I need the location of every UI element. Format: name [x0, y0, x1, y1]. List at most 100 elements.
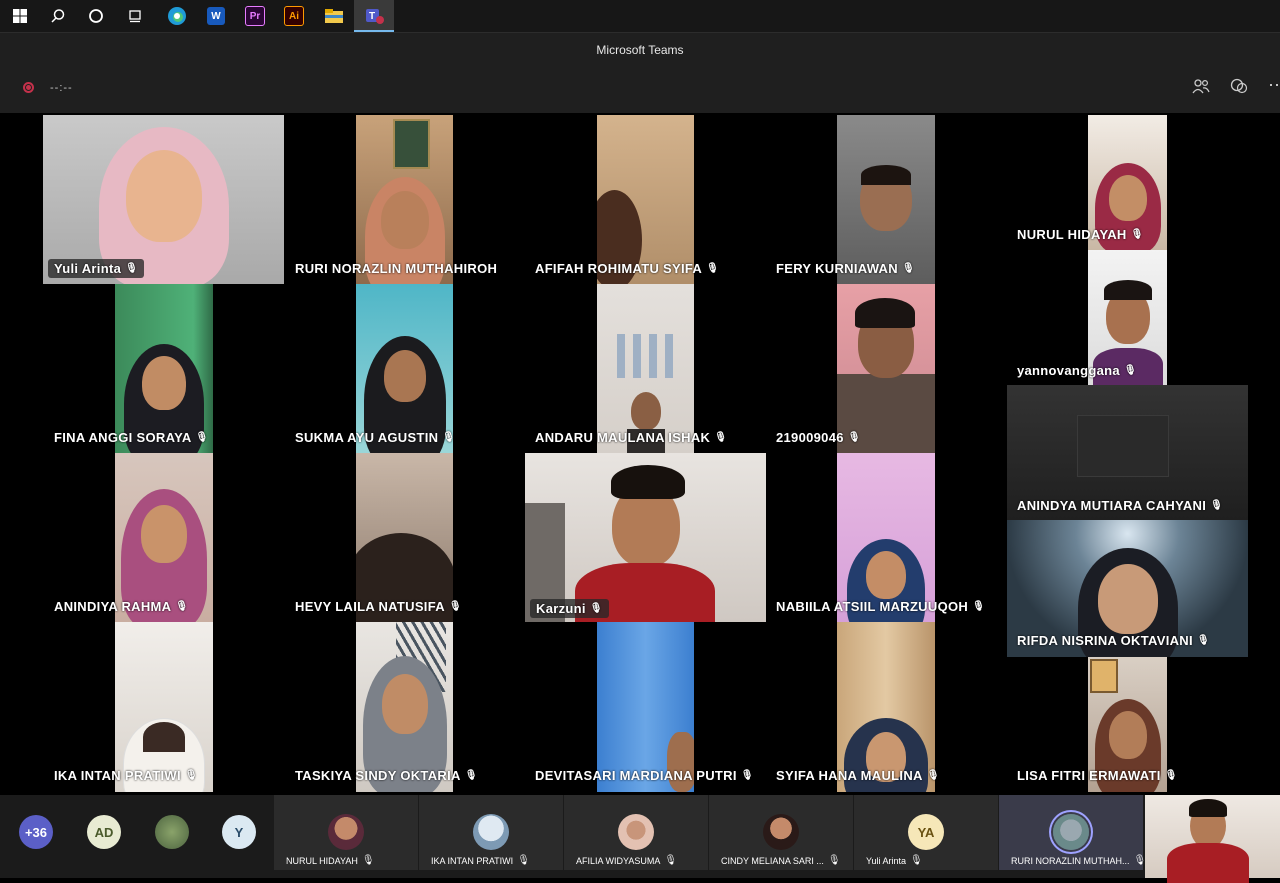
window-title: Microsoft Teams: [596, 42, 684, 57]
participant-name-tag: DEVITASARI MARDIANA PUTRI 🎙: [535, 768, 754, 783]
mic-muted-icon: 🎙: [448, 601, 462, 612]
participant-name-tag: ANDARU MAULANA ISHAK 🎙: [535, 430, 728, 445]
participant-name-tag: FERY KURNIAWAN 🎙: [776, 261, 915, 276]
video-tile[interactable]: [356, 453, 453, 622]
video-tile[interactable]: [356, 622, 453, 792]
participant-name-tag: yannovanggana 🎙: [1017, 363, 1137, 378]
participant-name-tag: FINA ANGGI SORAYA 🎙: [54, 430, 209, 445]
mic-muted-icon: 🎙: [664, 855, 678, 866]
video-tile-active-speaker[interactable]: [525, 453, 766, 622]
participant-strip: +36 AD Y NURUL HIDAYAH 🎙 IKA INTAN PRATIW…: [0, 795, 1280, 883]
video-tile[interactable]: [115, 453, 213, 622]
mic-muted-icon: 🎙: [1210, 500, 1224, 511]
participant-cell[interactable]: NURUL HIDAYAH 🎙: [274, 795, 418, 870]
avatar: [1053, 814, 1089, 850]
mic-muted-icon: 🎙: [184, 770, 198, 781]
participant-name-tag: NABIILA ATSIIL MARZUUQOH 🎙: [776, 599, 986, 614]
mic-muted-icon: 🎙: [517, 855, 530, 866]
window-title-bar: Microsoft Teams: [0, 32, 1280, 66]
mic-muted-icon: 🎙: [175, 601, 189, 612]
participant-cell-speaking[interactable]: RURI NORAZLIN MUTHAH... 🎙: [999, 795, 1146, 870]
participant-name-tag: SUKMA AYU AGUSTIN 🎙: [295, 430, 456, 445]
premiere-icon[interactable]: Pr: [235, 0, 275, 32]
mic-muted-icon: 🎙: [740, 770, 754, 781]
avatar: YA: [908, 814, 944, 850]
mic-muted-icon: 🎙: [926, 770, 940, 781]
recording-indicator-icon: [23, 82, 34, 93]
edge-icon[interactable]: [157, 0, 197, 32]
mic-muted-icon: 🎙: [589, 603, 603, 614]
video-tile[interactable]: [597, 115, 694, 284]
participant-name-tag: ANINDIYA RAHMA 🎙: [54, 599, 189, 614]
participant-name-tag: RIFDA NISRINA OKTAVIANI 🎙: [1017, 633, 1210, 648]
more-participants-button[interactable]: +36: [19, 815, 53, 849]
participant-name-tag: 219009046 🎙: [776, 430, 861, 445]
avatar: [328, 814, 364, 850]
mic-muted-icon: 🎙: [910, 855, 923, 866]
video-tile[interactable]: [597, 284, 694, 453]
avatar[interactable]: [155, 815, 189, 849]
mic-muted-icon: 🎙: [1164, 770, 1178, 781]
video-tile[interactable]: [837, 115, 935, 284]
mic-muted-icon: 🎙: [1196, 635, 1210, 646]
video-tile[interactable]: [837, 622, 935, 792]
meeting-control-bar: --:-- ⋯: [0, 65, 1280, 113]
mic-muted-icon: 🎙: [1130, 229, 1144, 240]
mic-muted-icon: 🎙: [901, 263, 915, 274]
participant-name-tag: NURUL HIDAYAH 🎙: [1017, 227, 1144, 242]
participant-cell[interactable]: IKA INTAN PRATIWI 🎙: [419, 795, 563, 870]
avatar: [618, 814, 654, 850]
more-options-icon[interactable]: ⋯: [1268, 75, 1280, 96]
svg-text:T: T: [369, 11, 375, 22]
file-explorer-icon[interactable]: [314, 0, 354, 32]
mic-muted-icon: 🎙: [847, 432, 861, 443]
mic-muted-icon: 🎙: [1123, 365, 1137, 376]
mic-muted-icon: 🎙: [972, 601, 986, 612]
participant-name-tag: IKA INTAN PRATIWI 🎙: [54, 768, 198, 783]
participant-cell[interactable]: CINDY MELIANA SARI ... 🎙: [709, 795, 853, 870]
video-tile[interactable]: Yuli Arinta 🎙: [43, 115, 284, 284]
windows-start-icon[interactable]: [0, 0, 40, 32]
participant-name-tag: AFIFAH ROHIMATU SYIFA 🎙: [535, 261, 720, 276]
meeting-timer: --:--: [50, 82, 73, 94]
self-view-video[interactable]: [1145, 795, 1280, 883]
mic-muted-icon: 🎙: [195, 432, 209, 443]
illustrator-icon[interactable]: Ai: [274, 0, 314, 32]
participant-name-tag: RURI NORAZLIN MUTHAHIROH: [295, 261, 498, 276]
video-tile[interactable]: [597, 622, 694, 792]
participants-icon[interactable]: [1192, 78, 1210, 99]
participant-name-tag: Yuli Arinta 🎙: [48, 259, 145, 278]
video-grid: Yuli Arinta 🎙 RURI NORAZLIN MUTHAHIROH AF…: [0, 113, 1280, 795]
mic-muted-icon: 🎙: [827, 855, 841, 866]
video-tile[interactable]: [115, 284, 213, 453]
participant-name-tag: TASKIYA SINDY OKTARIA 🎙: [295, 768, 478, 783]
mic-muted-icon: 🎙: [714, 432, 728, 443]
mic-muted-icon: 🎙: [125, 263, 139, 274]
video-tile[interactable]: [837, 284, 935, 453]
mic-muted-icon: 🎙: [706, 263, 720, 274]
participant-cell[interactable]: YA Yuli Arinta 🎙: [854, 795, 998, 870]
avatar[interactable]: AD: [87, 815, 121, 849]
mic-muted-icon: 🎙: [464, 770, 478, 781]
chat-icon[interactable]: [1230, 78, 1248, 99]
search-icon[interactable]: [38, 0, 78, 32]
participant-name-tag: Karzuni 🎙: [530, 599, 609, 618]
video-tile[interactable]: [837, 453, 935, 622]
teams-icon[interactable]: T: [354, 0, 394, 32]
task-view-icon[interactable]: [115, 0, 155, 32]
avatar: [763, 814, 799, 850]
participant-name-tag: ANINDYA MUTIARA CAHYANI 🎙: [1017, 498, 1224, 513]
avatar[interactable]: Y: [222, 815, 256, 849]
word-icon[interactable]: W: [196, 0, 236, 32]
participant-name-tag: LISA FITRI ERMAWATI 🎙: [1017, 768, 1178, 783]
participant-cell[interactable]: AFILIA WIDYASUMA 🎙: [564, 795, 708, 870]
windows-taskbar: W Pr Ai T: [0, 0, 1280, 32]
participant-name-tag: HEVY LAILA NATUSIFA 🎙: [295, 599, 462, 614]
avatar: [473, 814, 509, 850]
cortana-icon[interactable]: [76, 0, 116, 32]
video-tile[interactable]: [356, 284, 453, 453]
mic-muted-icon: 🎙: [442, 432, 456, 443]
video-tile[interactable]: [356, 115, 453, 284]
video-tile[interactable]: [115, 622, 213, 792]
participant-name-tag: SYIFA HANA MAULINA 🎙: [776, 768, 940, 783]
